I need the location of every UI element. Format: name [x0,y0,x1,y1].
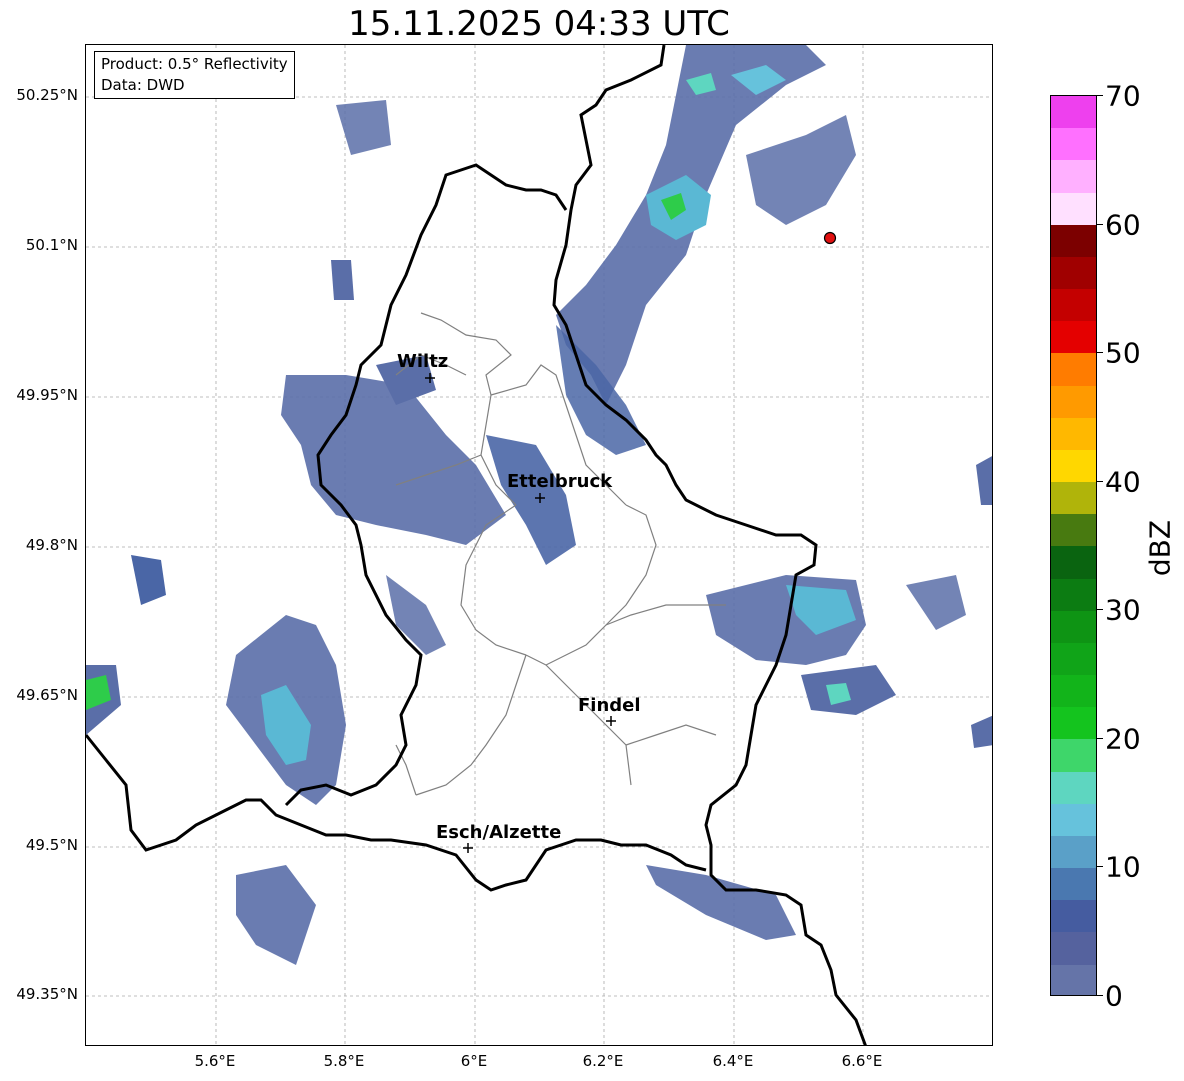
colorbar-segment [1051,96,1096,129]
echo-cell [906,575,966,630]
colorbar-segment [1051,900,1096,933]
colorbar-segment [1051,128,1096,161]
colorbar-tick [1097,866,1103,867]
lon-label: 6.4°E [712,1052,754,1070]
echo-cell [486,435,576,565]
colorbar-segment [1051,449,1096,483]
colorbar-segment [1051,353,1096,386]
lat-label: 49.95°N [16,386,78,404]
lat-label: 49.5°N [25,836,78,854]
colorbar-segment [1051,642,1096,676]
colorbar-label: 70 [1105,79,1141,113]
colorbar-tick [1097,352,1103,353]
product-label: Product: 0.5° Reflectivity [101,55,288,73]
city-label-esch-alzette: Esch/Alzette [436,822,561,843]
colorbar-label: 30 [1105,593,1141,627]
data-source-label: Data: DWD [101,76,185,94]
colorbar-tick [1097,995,1103,996]
colorbar-segment [1051,578,1096,611]
colorbar-segment [1051,868,1096,901]
city-marker-findel [606,716,616,726]
colorbar-segment [1051,835,1096,869]
echo-cell [331,260,354,300]
colorbar-segment [1051,964,1096,995]
colorbar-tick [1097,481,1103,482]
lon-label: 6°E [460,1052,488,1070]
colorbar-tick [1097,95,1103,96]
colorbar-label: 40 [1105,465,1141,499]
colorbar-segment [1051,256,1096,290]
city-label-ettelbruck: Ettelbruck [507,471,613,492]
colorbar-segment [1051,675,1096,708]
colorbar-segment [1051,771,1096,804]
echo-cell [281,375,506,545]
echo-cell [386,575,446,655]
lat-label: 49.65°N [16,686,78,704]
lat-label: 50.1°N [25,236,78,254]
lat-label: 49.8°N [25,536,78,554]
colorbar-segment [1051,289,1096,322]
colorbar-segment [1051,321,1096,354]
colorbar-segment [1051,803,1096,836]
colorbar-label: 20 [1105,722,1141,756]
city-label-findel: Findel [578,695,641,716]
colorbar-segment [1051,224,1096,257]
colorbar-unit-label: dBZ [1143,519,1177,577]
city-label-wiltz: Wiltz [397,351,448,372]
lon-label: 5.6°E [194,1052,236,1070]
city-marker-esch-alzette [463,843,473,853]
colorbar-segment [1051,610,1096,643]
echo-cell [336,100,391,155]
colorbar-tick [1097,224,1103,225]
lon-label: 6.2°E [582,1052,624,1070]
echo-cell [971,715,992,748]
radar-map[interactable]: Wiltz Ettelbruck Findel Esch/Alzette [85,44,993,1046]
colorbar-label: 50 [1105,336,1141,370]
colorbar-segment [1051,932,1096,965]
colorbar-segment [1051,417,1096,450]
colorbar-segment [1051,739,1096,772]
colorbar-segment [1051,707,1096,740]
radar-map-canvas: Wiltz Ettelbruck Findel Esch/Alzette [86,45,992,1045]
colorbar-label: 60 [1105,208,1141,242]
dbz-colorbar [1050,95,1097,996]
colorbar-label: 0 [1105,979,1123,1013]
colorbar-segment [1051,482,1096,515]
colorbar-segment [1051,160,1096,193]
lat-label: 50.25°N [16,86,78,104]
echo-cell [646,865,796,940]
colorbar-segment [1051,546,1096,579]
map-title: 15.11.2025 04:33 UTC [348,4,730,44]
echo-cell [236,865,316,965]
product-info-box: Product: 0.5° Reflectivity Data: DWD [94,51,295,99]
echo-cell [801,665,896,715]
colorbar-label: 10 [1105,850,1141,884]
lon-label: 5.8°E [323,1052,365,1070]
echo-cell [131,555,166,605]
colorbar-tick [1097,609,1103,610]
colorbar-segment [1051,514,1096,547]
radar-site-marker [823,231,837,245]
lon-label: 6.6°E [841,1052,883,1070]
colorbar-segment [1051,385,1096,418]
echo-cell [976,456,992,505]
colorbar-segment [1051,192,1096,225]
echo-cell [746,115,856,225]
colorbar-tick [1097,738,1103,739]
lat-label: 49.35°N [16,985,78,1003]
